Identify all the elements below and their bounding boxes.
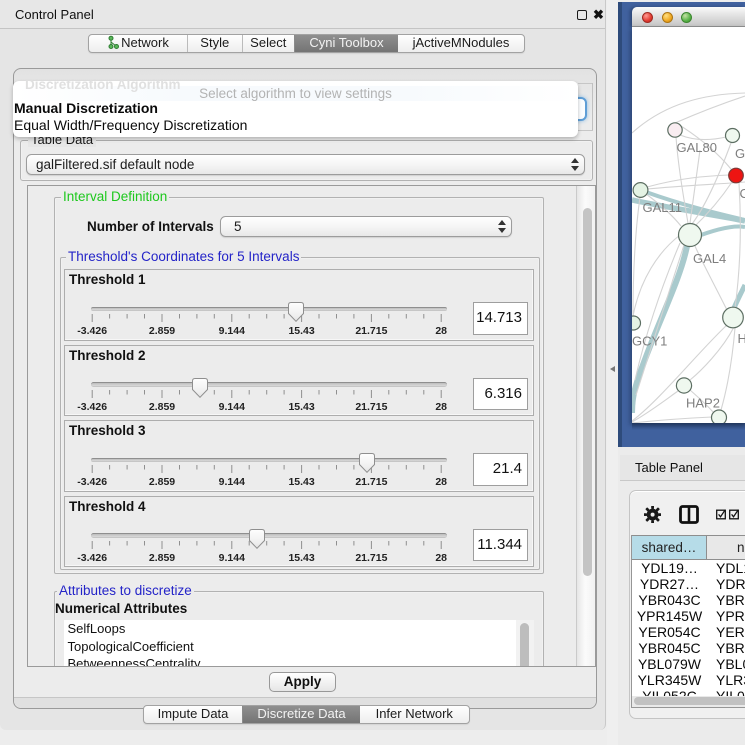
svg-text:GAL4: GAL4 [693,251,726,266]
svg-text:GAL11: GAL11 [643,200,683,215]
svg-text:HAP2: HAP2 [686,396,720,411]
svg-text:GAL80: GAL80 [677,140,717,155]
svg-text:C: C [740,186,745,201]
svg-text:GAL: GAL [735,146,745,161]
svg-text:H: H [738,331,745,346]
svg-text:GCY1: GCY1 [632,334,667,349]
